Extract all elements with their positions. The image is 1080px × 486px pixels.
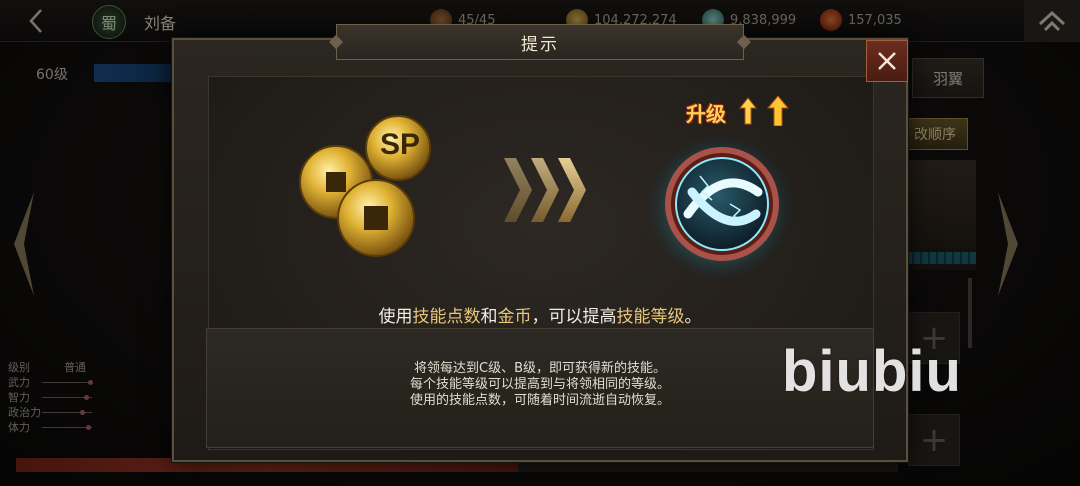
watermark: biubiu — [782, 339, 962, 404]
headline-gold: 金币 — [497, 307, 532, 327]
headline-skill-level: 技能等级 — [616, 307, 685, 327]
headline-text: 和 — [480, 307, 498, 327]
description-line: 使用的技能点数，可随着时间流逝自动恢复。 — [409, 393, 670, 408]
close-icon — [878, 52, 896, 70]
dialog-title-plate: 提示 — [336, 24, 744, 60]
headline-skill-points: 技能点数 — [412, 307, 481, 327]
up-arrow-icon — [738, 95, 794, 127]
description-line: 每个技能等级可以提高到与将领相同的等级。 — [409, 377, 670, 392]
upgrade-label: 升级 — [686, 102, 726, 126]
description-line: 将领每达到C级、B级，即可获得新的技能。 — [414, 361, 666, 376]
description-text: 将领每达到C级、B级，即可获得新的技能。 每个技能等级可以提高到与将领相同的等级… — [207, 361, 873, 409]
headline-text: 。 — [684, 307, 702, 327]
arrow-chevrons-icon — [504, 158, 586, 222]
dialog-headline: 使用技能点数和金币，可以提高技能等级。 — [208, 302, 872, 327]
headline-text: 使用 — [378, 307, 413, 327]
dialog-title: 提示 — [521, 34, 559, 55]
headline-text: ，可以提高 — [531, 307, 617, 327]
close-button[interactable] — [866, 40, 908, 82]
sp-label: SP — [379, 128, 421, 161]
description-box: 将领每达到C级、B级，即可获得新的技能。 每个技能等级可以提高到与将领相同的等级… — [206, 328, 874, 448]
